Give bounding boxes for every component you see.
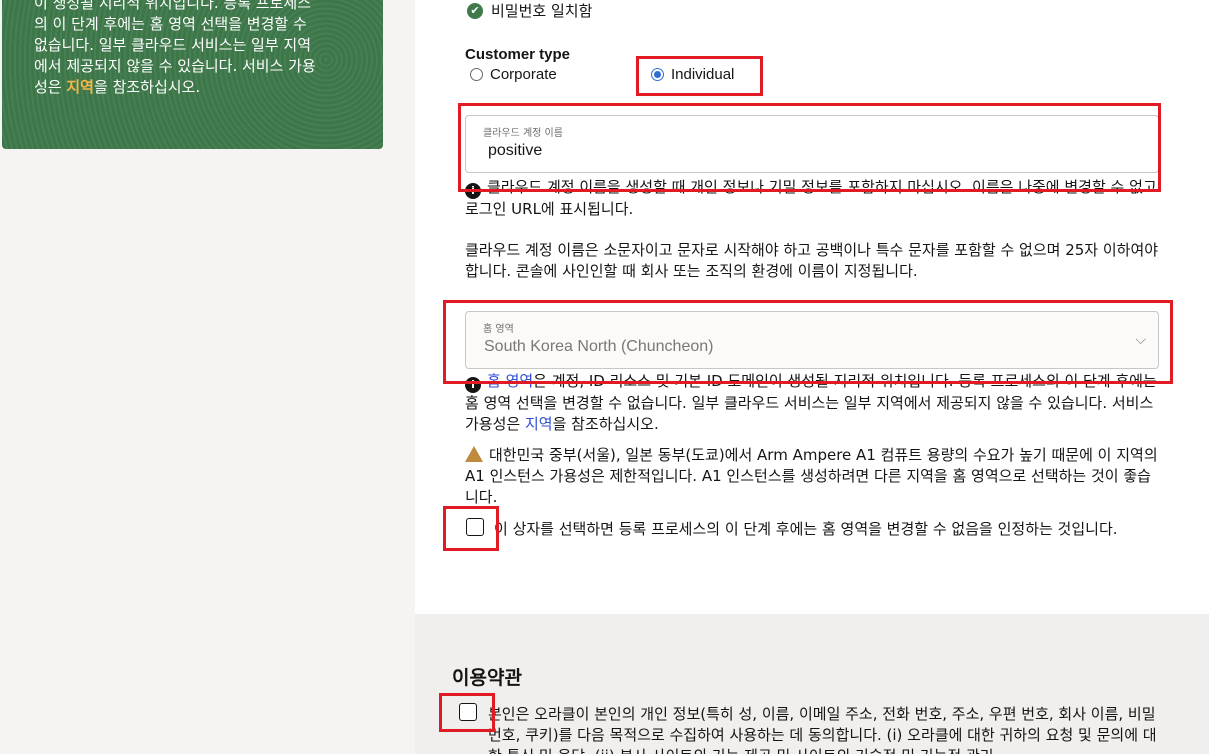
- region-info-line: 성은: [34, 78, 67, 96]
- region-capacity-warning: 대한민국 중부(서울), 일본 동부(도쿄)에서 Arm Ampere A1 컴…: [465, 445, 1159, 508]
- password-match-status: ✔ 비밀번호 일치함: [467, 0, 592, 21]
- highlight-box: [439, 693, 495, 732]
- regions-link[interactable]: 지역: [66, 78, 94, 96]
- terms-consent-text: 본인은 오라클이 본인의 개인 정보(특히 성, 이름, 이메일 주소, 전화 …: [488, 705, 1157, 754]
- account-name-rules: 클라우드 계정 이름은 소문자이고 문자로 시작해야 하고 공백이나 특수 문자…: [465, 241, 1159, 280]
- region-info-line: 이 생성될 지리적 위치입니다. 등록 프로세스: [34, 0, 312, 12]
- region-info-card: 이 생성될 지리적 위치입니다. 등록 프로세스 의 이 단계 후에는 홈 영역…: [2, 0, 383, 149]
- highlight-box: [443, 300, 1173, 384]
- home-region-help-suffix: 을 참조하십시오.: [552, 415, 659, 433]
- check-circle-icon: ✔: [467, 2, 483, 19]
- terms-title: 이용약관: [452, 667, 522, 689]
- customer-type-label: Customer type: [465, 46, 571, 63]
- radio-corporate[interactable]: Corporate: [470, 66, 557, 83]
- region-info-line: 의 이 단계 후에는 홈 영역 선택을 변경할 수: [34, 15, 307, 33]
- region-info-line: 없습니다. 일부 클라우드 서비스는 일부 지역: [34, 36, 312, 54]
- region-capacity-warning-text: 대한민국 중부(서울), 일본 동부(도쿄)에서 Arm Ampere A1 컴…: [465, 446, 1158, 506]
- radio-corporate-circle[interactable]: [470, 68, 483, 81]
- highlight-box: [458, 103, 1161, 192]
- highlight-box: [636, 56, 763, 96]
- warning-icon: [465, 446, 483, 462]
- highlight-box: [443, 506, 499, 551]
- region-info-line: 을 참조하십시오.: [93, 78, 201, 96]
- radio-corporate-label: Corporate: [490, 66, 557, 83]
- password-match-text: 비밀번호 일치함: [491, 2, 593, 20]
- acknowledge-region-text: 이 상자를 선택하면 등록 프로세스의 이 단계 후에는 홈 영역을 변경할 수…: [494, 520, 1118, 538]
- region-info-line: 에서 제공되지 않을 수 있습니다. 서비스 가용: [34, 57, 316, 75]
- regions-link[interactable]: 지역: [525, 415, 553, 433]
